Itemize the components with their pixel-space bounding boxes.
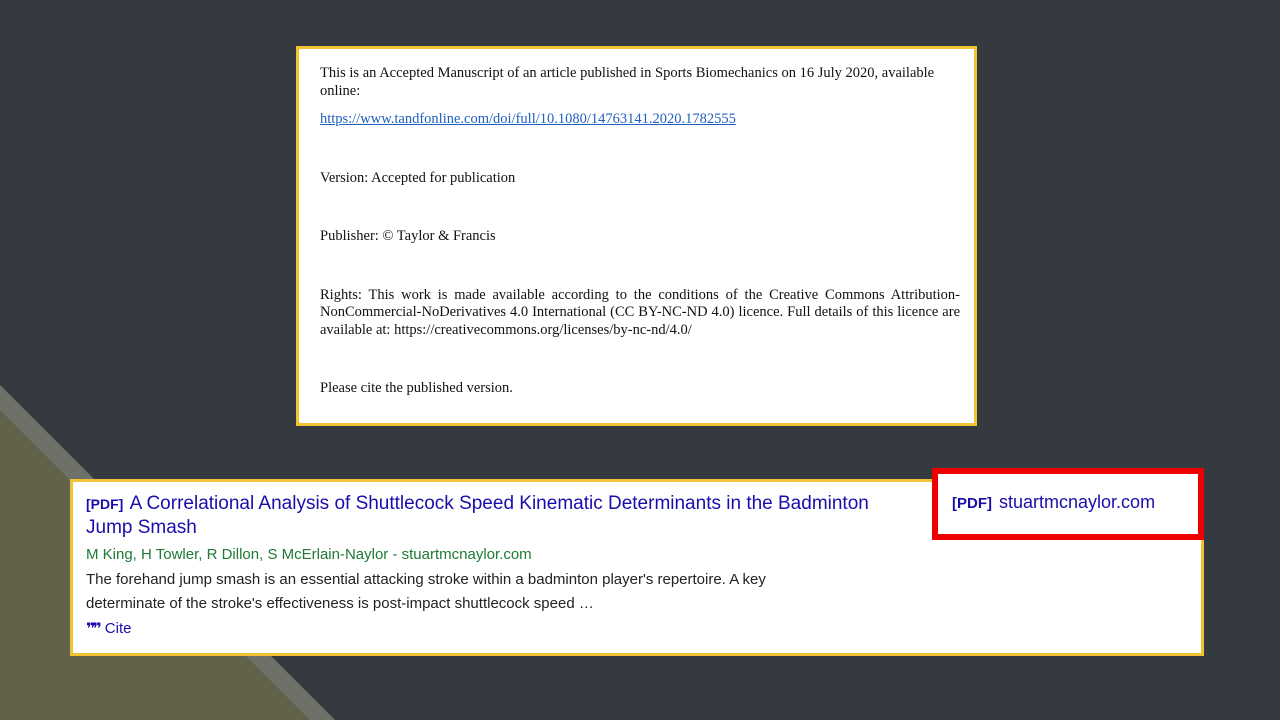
pdf-link-highlight: [PDF] stuartmcnaylor.com (932, 468, 1204, 540)
manuscript-publisher: Publisher: © Taylor & Francis (320, 228, 496, 244)
manuscript-cite-note: Please cite the published version. (320, 380, 513, 396)
result-authors: M King, H Towler, R Dillon, S McErlain-N… (86, 546, 532, 563)
result-title: A Correlational Analysis of Shuttlecock … (86, 493, 869, 538)
manuscript-version: Version: Accepted for publication (320, 169, 516, 186)
quote-icon: ❞❞ (86, 619, 102, 638)
manuscript-panel: This is an Accepted Manuscript of an art… (296, 46, 977, 426)
manuscript-doi-link[interactable]: https://www.tandfonline.com/doi/full/10.… (320, 111, 736, 129)
pdf-download-link[interactable]: [PDF] stuartmcnaylor.com (952, 492, 1155, 513)
manuscript-intro: This is an Accepted Manuscript of an art… (320, 65, 935, 99)
result-snippet: The forehand jump smash is an essential … (86, 571, 766, 612)
pdf-link-tag: [PDF] (952, 495, 992, 512)
cite-label: Cite (104, 620, 132, 637)
pdf-link-domain: stuartmcnaylor.com (999, 492, 1156, 512)
cite-button[interactable]: ❞❞ Cite (86, 619, 886, 638)
manuscript-rights: Rights: This work is made available acco… (320, 286, 960, 338)
result-title-link[interactable]: [PDF] A Correlational Analysis of Shuttl… (86, 492, 886, 540)
result-pdf-tag: [PDF] (86, 496, 124, 512)
